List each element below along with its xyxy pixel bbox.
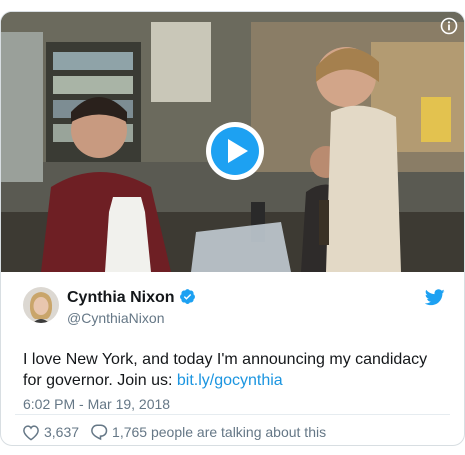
tweet-timestamp[interactable]: 6:02 PM - Mar 19, 2018 <box>23 396 170 412</box>
play-icon[interactable] <box>204 120 266 182</box>
reply-bubble-icon <box>91 424 108 441</box>
embedded-tweet-card: Cynthia Nixon @CynthiaNixon I love New Y… <box>0 11 465 446</box>
avatar-image <box>23 287 59 323</box>
like-count: 3,637 <box>44 424 80 440</box>
heart-icon <box>23 424 39 441</box>
tweet-actions: 3,637 1,765 people are talking about thi… <box>22 423 326 441</box>
avatar[interactable] <box>23 287 59 323</box>
author-display-name[interactable]: Cynthia Nixon <box>67 289 175 306</box>
like-action[interactable]: 3,637 <box>22 424 79 441</box>
tweet-author: Cynthia Nixon @CynthiaNixon <box>23 285 445 329</box>
verified-badge-icon <box>179 289 195 304</box>
info-icon[interactable] <box>440 17 458 35</box>
author-handle[interactable]: @CynthiaNixon <box>67 310 196 326</box>
video-thumbnail[interactable] <box>1 12 464 272</box>
tweet-text: I love New York, and today I'm announcin… <box>23 349 448 391</box>
divider <box>15 414 450 415</box>
twitter-bird-icon[interactable] <box>425 289 445 306</box>
talking-count: 1,765 people are talking about this <box>112 424 327 440</box>
reply-action[interactable]: 1,765 people are talking about this <box>90 423 326 441</box>
tweet-link[interactable]: bit.ly/gocynthia <box>177 372 283 389</box>
